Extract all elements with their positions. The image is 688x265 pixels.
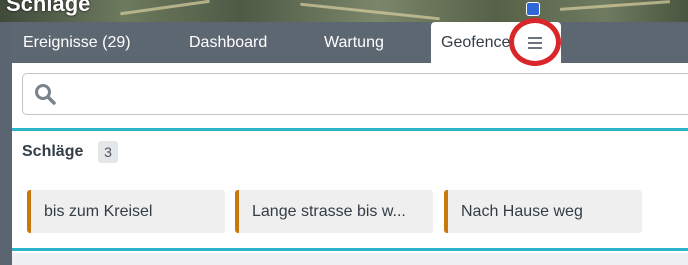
map-pin-icon[interactable]: [526, 2, 540, 16]
geofence-card[interactable]: Nach Hause weg: [444, 190, 642, 233]
tab-events[interactable]: Ereignisse (29): [23, 22, 131, 63]
tab-bar: Ereignisse (29) Dashboard Wartung Geofen…: [12, 18, 688, 66]
tab-dashboard[interactable]: Dashboard: [189, 22, 267, 63]
section-divider-bottom: [12, 248, 688, 251]
search-field[interactable]: [22, 73, 688, 115]
section-title: Schläge: [22, 143, 84, 160]
geofence-card[interactable]: bis zum Kreisel: [27, 190, 225, 233]
count-badge: 3: [98, 141, 118, 163]
geofence-card[interactable]: Lange strasse bis w...: [235, 190, 433, 233]
map-road: [300, 2, 440, 21]
tab-geofence-label: Geofence: [441, 34, 511, 51]
map-road: [120, 0, 210, 16]
geofence-card-label: bis zum Kreisel: [44, 203, 153, 220]
search-icon: [35, 84, 56, 105]
tab-maintenance[interactable]: Wartung: [324, 22, 384, 63]
map-background: Schläge: [0, 0, 688, 22]
map-road: [560, 0, 670, 11]
geofence-card-label: Lange strasse bis w...: [252, 203, 406, 220]
section-divider-top: [12, 128, 688, 131]
highlight-circle: [509, 18, 561, 66]
geofence-panel: Ereignisse (29) Dashboard Wartung Geofen…: [12, 18, 688, 265]
footer-strip: [12, 253, 688, 265]
geofence-card-label: Nach Hause weg: [461, 203, 583, 220]
map-label: Schläge: [6, 0, 91, 16]
search-input[interactable]: [67, 80, 671, 110]
